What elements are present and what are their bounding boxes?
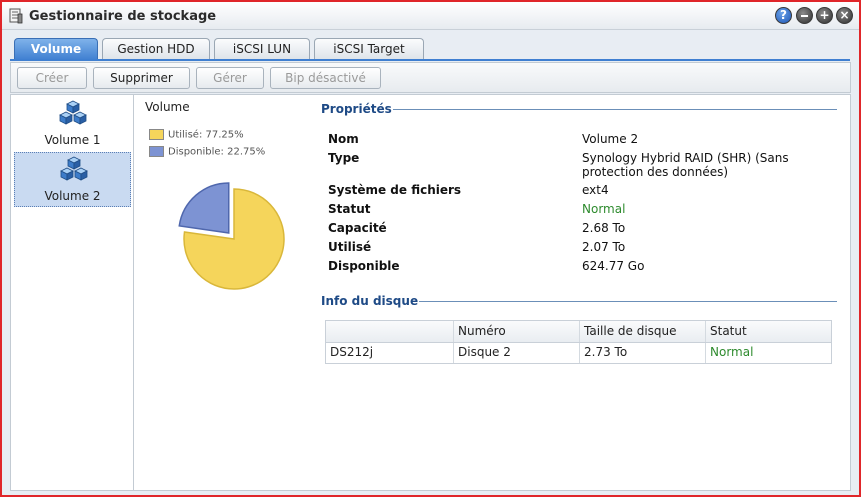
pie-slice-available (178, 182, 230, 234)
tab-volume[interactable]: Volume (14, 38, 98, 60)
property-value: 2.68 To (582, 221, 626, 235)
tab-iscsi-target[interactable]: iSCSI Target (314, 38, 424, 60)
column-header-disk-size[interactable]: Taille de disque (580, 321, 706, 342)
title-bar[interactable]: Gestionnaire de stockage ? + × (2, 2, 859, 30)
volume-list-item[interactable]: Volume 1 (14, 97, 131, 152)
legend-label: Utilisé: 77.25% (168, 129, 244, 141)
volume-item-label: Volume 2 (44, 189, 101, 203)
property-label: Système de fichiers (328, 183, 462, 197)
legend-item-used: Utilisé: 77.25% (149, 129, 244, 141)
tab-bar: Volume Gestion HDD iSCSI LUN iSCSI Targe… (2, 30, 859, 60)
volume-list: Volume 1 Volume 2 (11, 95, 134, 490)
help-icon: ? (780, 8, 787, 22)
property-label: Type (328, 151, 360, 165)
property-value: 624.77 Go (582, 259, 645, 273)
tab-iscsi-lun[interactable]: iSCSI LUN (214, 38, 310, 60)
property-value: Normal (582, 202, 626, 216)
column-header-number[interactable]: Numéro (454, 321, 580, 342)
create-button[interactable]: Créer (17, 67, 87, 89)
volume-cubes-icon (60, 156, 88, 181)
close-icon: × (839, 8, 850, 22)
minimize-icon (801, 15, 808, 17)
property-label: Statut (328, 202, 371, 216)
usage-chart-panel: Volume Utilisé: 77.25% Disponible: 22.75… (139, 95, 309, 490)
legend-swatch (149, 146, 164, 157)
disk-size-cell: 2.73 To (580, 343, 706, 363)
property-label: Disponible (328, 259, 400, 273)
maximize-icon: + (819, 8, 830, 22)
content-area: Volume 1 Volume 2 Volume Utilisé: 77.25% (10, 94, 851, 491)
volume-item-label: Volume 1 (44, 133, 101, 147)
legend-label: Disponible: 22.75% (168, 146, 266, 158)
properties-panel: Propriétés Nom Volume 2 Type Synology Hybri… (311, 95, 847, 490)
maximize-button[interactable]: + (816, 7, 833, 24)
legend-swatch (149, 129, 164, 140)
chart-title: Volume (145, 100, 190, 114)
tab-underline (10, 59, 850, 61)
disk-number-cell: Disque 2 (454, 343, 580, 363)
properties-divider (393, 109, 837, 110)
property-label: Utilisé (328, 240, 372, 254)
table-header: Numéro Taille de disque Statut (326, 321, 831, 343)
window-title: Gestionnaire de stockage (29, 9, 217, 24)
legend-item-available: Disponible: 22.75% (149, 146, 265, 158)
column-header-status[interactable]: Statut (706, 321, 831, 342)
close-button[interactable]: × (836, 7, 853, 24)
tab-hdd-management[interactable]: Gestion HDD (102, 38, 210, 60)
property-value: Volume 2 (582, 132, 639, 146)
storage-manager-app-icon (9, 8, 23, 24)
disk-info-divider (419, 301, 837, 302)
manage-button[interactable]: Gérer (196, 67, 264, 89)
property-value: 2.07 To (582, 240, 626, 254)
usage-pie-chart (178, 182, 285, 290)
disk-info-heading: Info du disque (321, 294, 419, 308)
property-value: ext4 (582, 183, 609, 197)
volume-list-item[interactable]: Volume 2 (14, 152, 131, 207)
properties-heading: Propriétés (321, 102, 392, 116)
beep-off-button[interactable]: Bip désactivé (270, 67, 381, 89)
help-button[interactable]: ? (775, 7, 792, 24)
disk-status-cell: Normal (710, 345, 754, 359)
disk-host-cell: DS212j (326, 343, 454, 363)
table-row[interactable]: DS212j Disque 2 2.73 To Normal (326, 343, 831, 363)
disk-info-table: Numéro Taille de disque Statut DS212j Di… (325, 320, 832, 364)
property-value: Synology Hybrid RAID (SHR) (Sans protect… (582, 151, 789, 179)
minimize-button[interactable] (796, 7, 813, 24)
toolbar: Créer Supprimer Gérer Bip désactivé (10, 62, 851, 93)
delete-button[interactable]: Supprimer (93, 67, 190, 89)
column-header[interactable] (326, 321, 454, 342)
storage-manager-window: Gestionnaire de stockage ? + × Volume Ge… (0, 0, 861, 497)
property-label: Capacité (328, 221, 387, 235)
property-label: Nom (328, 132, 359, 146)
volume-cubes-icon (59, 100, 87, 125)
